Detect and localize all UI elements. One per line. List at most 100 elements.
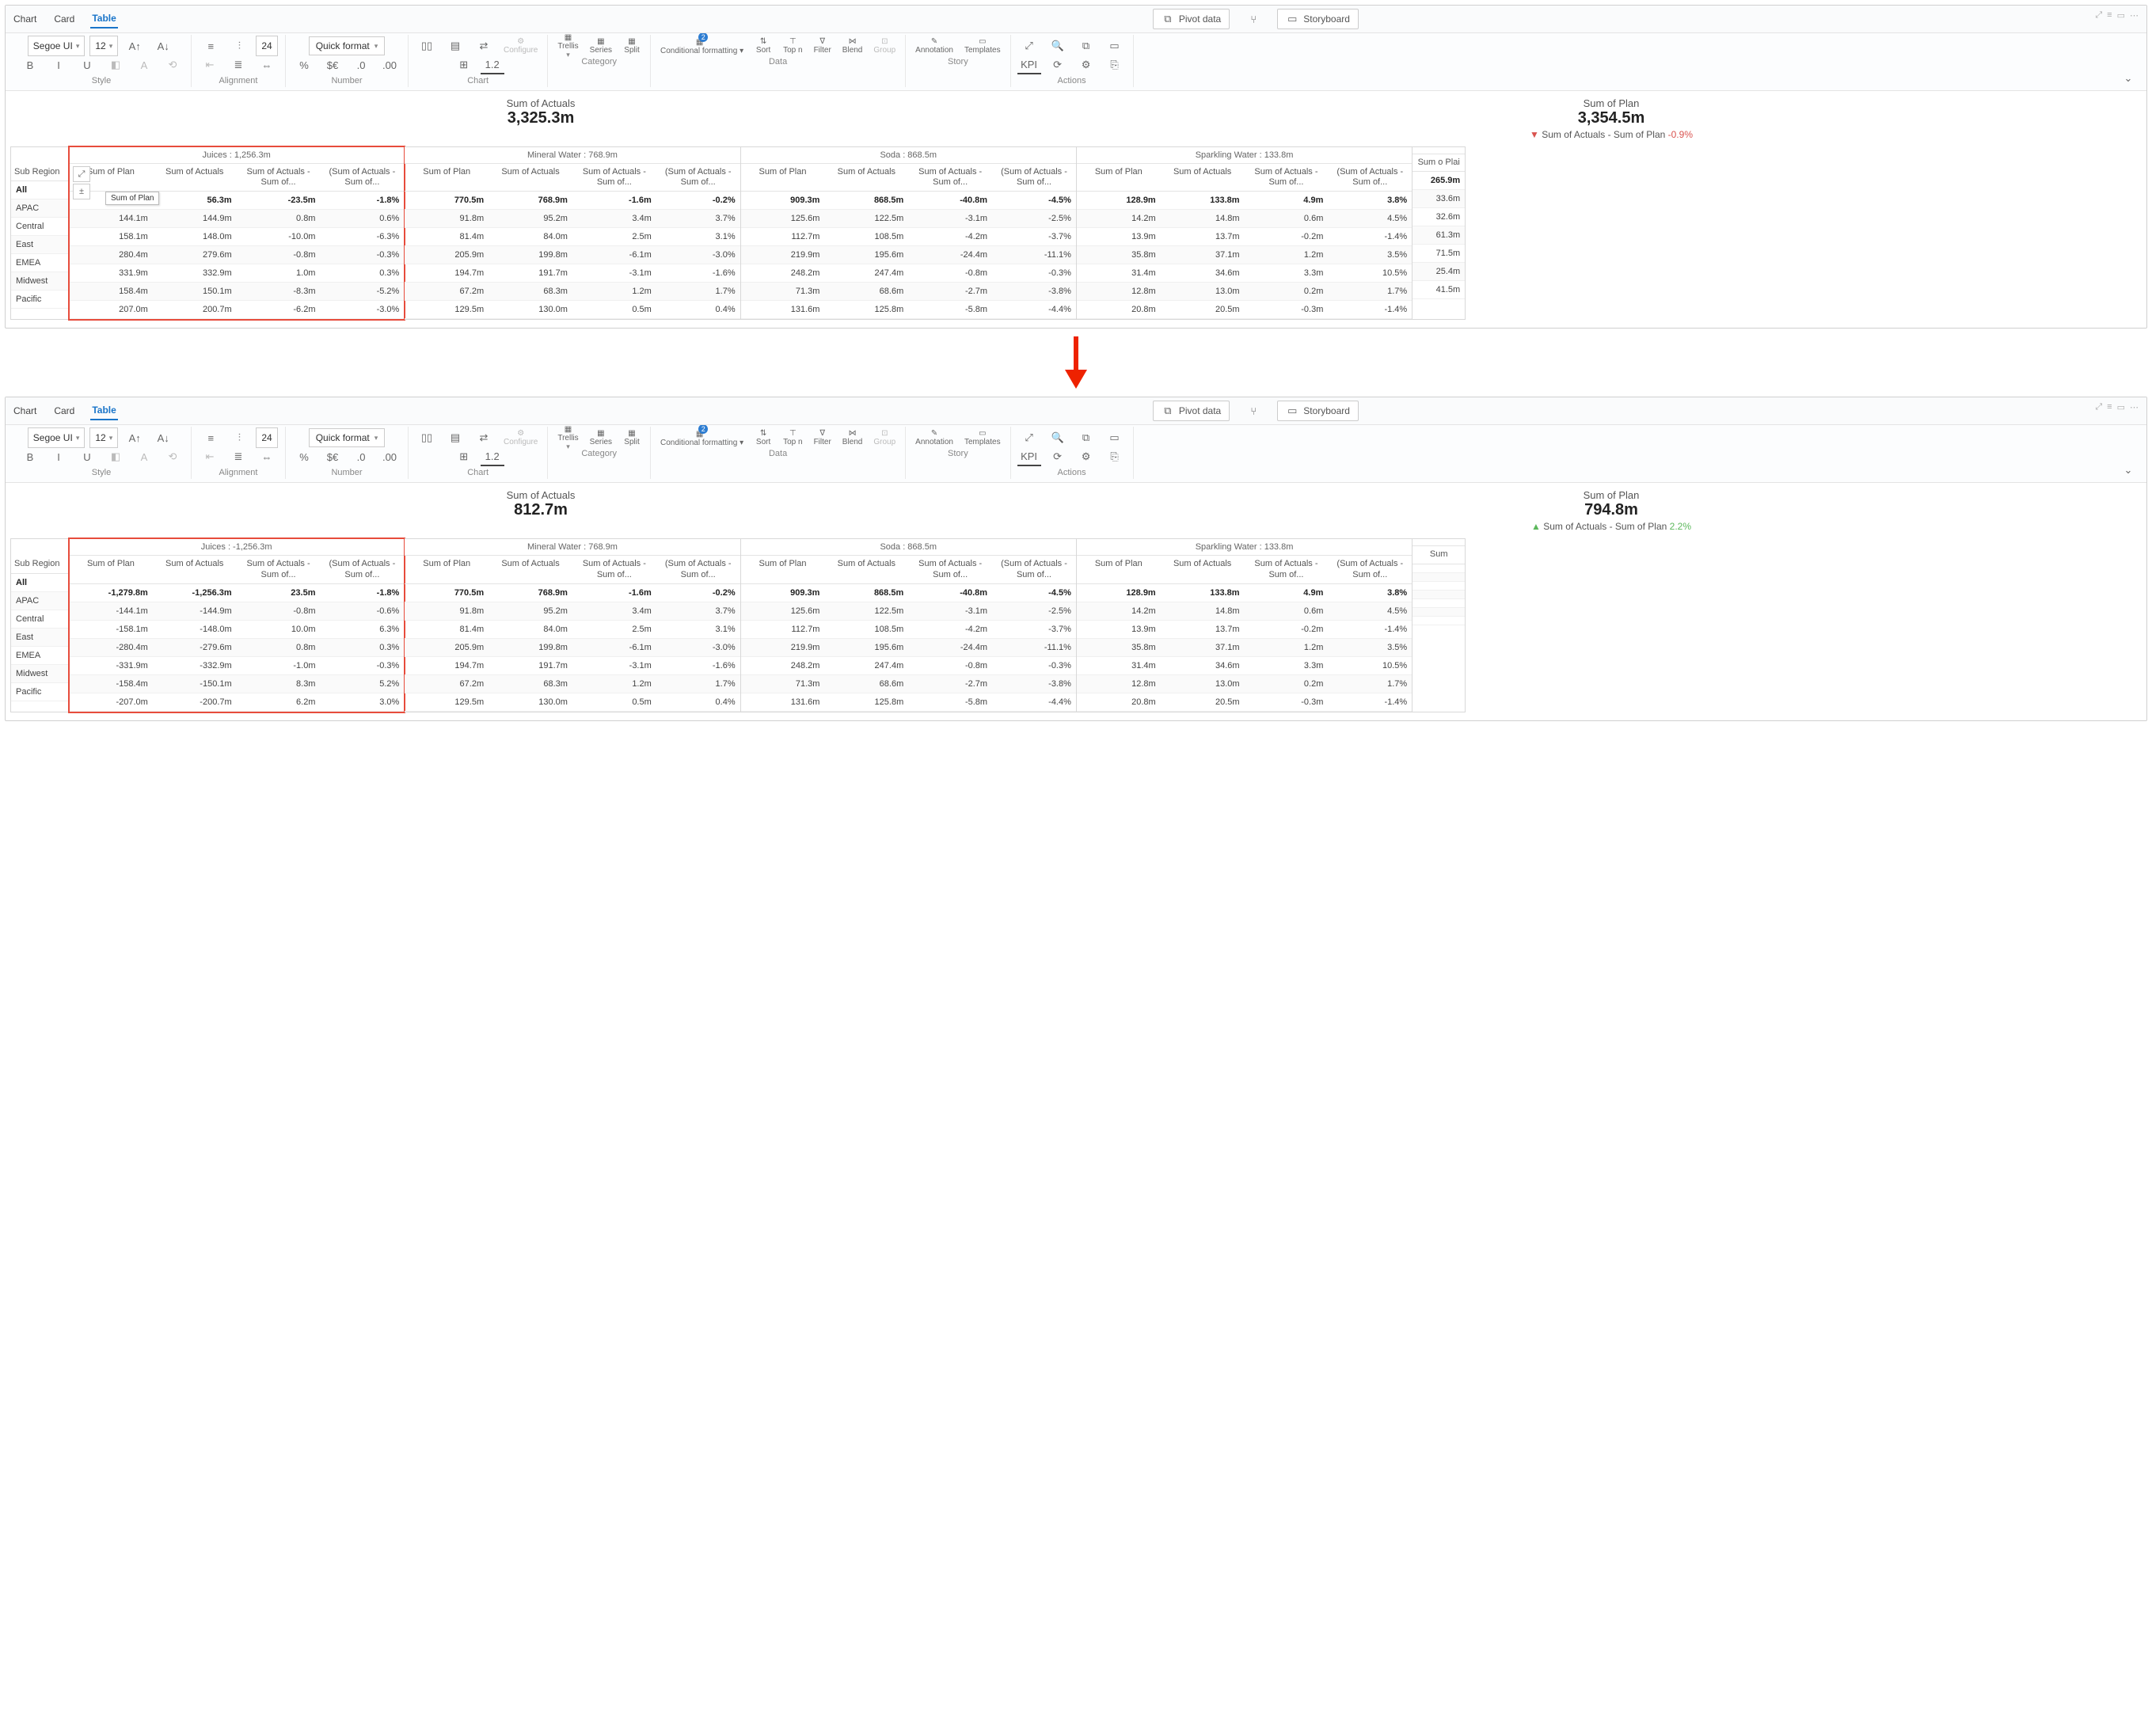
view-tab-table[interactable]: Table [90,9,117,28]
row-header-cell[interactable]: East [11,629,68,646]
column-header[interactable]: Sum of Actuals - Sum of... [1245,164,1329,191]
row-header-cell[interactable]: EMEA [11,647,68,664]
settings-icon[interactable]: ⚙ [1074,56,1098,74]
blend-button[interactable]: ⋈Blend [839,429,866,446]
column-header[interactable]: (Sum of Actuals - Sum of... [992,556,1076,583]
layout-icon[interactable]: ⊞ [452,56,476,74]
column-header[interactable]: Sum of Plan [69,556,153,583]
column-header[interactable]: Sum of Actuals - Sum of... [572,556,656,583]
action-icon-1[interactable]: 🔍 [1046,37,1070,55]
storyboard-button[interactable]: ▭Storyboard [1277,9,1359,29]
column-header[interactable]: Sum of Actuals - Sum of... [908,164,992,191]
clear-format-button[interactable]: ⟲ [161,448,184,465]
column-header[interactable]: Sum of Actuals [1161,556,1245,583]
panel-corner-icon-0[interactable]: ⤢ [2095,10,2102,21]
column-header[interactable]: Sum of Actuals - Sum of... [908,556,992,583]
pivot-data-button[interactable]: ⧉Pivot data [1153,9,1230,29]
category-header[interactable]: Soda : 868.5m [741,147,1076,164]
panel-corner-icon-0[interactable]: ⤢ [2095,402,2102,412]
panel-corner-icon-3[interactable]: ⋯ [2130,402,2139,412]
italic-button[interactable]: I [47,448,70,465]
row-header-cell[interactable]: Central [11,610,68,628]
row-height-input[interactable]: 24 [256,36,277,56]
filter-button[interactable]: ∇Filter [811,37,835,55]
conditional-formatting-button[interactable]: ▦2Conditional formatting ▾ [657,37,747,55]
series-button[interactable]: ▦Series [587,429,615,446]
plus-minus-icon[interactable]: ± [73,184,90,199]
font-family-select[interactable]: Segoe UI▾ [28,36,86,56]
italic-button[interactable]: I [47,56,70,74]
row-header-cell[interactable]: All [11,574,68,591]
column-header[interactable]: Sum of Actuals - Sum of... [572,164,656,191]
ribbon-collapse-icon[interactable]: ⌄ [2116,462,2140,479]
pivot-data-button[interactable]: ⧉Pivot data [1153,401,1230,421]
fill-color-button[interactable]: ◧ [104,56,127,74]
indent-left-icon[interactable]: ⇤ [198,56,222,74]
kpi-button[interactable]: KPI [1017,447,1041,466]
font-size-select[interactable]: 12▾ [89,427,118,448]
number-format-1[interactable]: $€ [321,56,344,74]
font-color-button[interactable]: A [132,448,156,465]
column-header[interactable]: Sum of Actuals - Sum of... [1245,556,1329,583]
column-header[interactable]: (Sum of Actuals - Sum of... [1328,164,1412,191]
panel-corner-icon-2[interactable]: ▭ [2117,402,2125,412]
row-height-input[interactable]: 24 [256,427,277,448]
filter-icon-button[interactable]: ⑂ [1239,401,1268,420]
panel-corner-icon-2[interactable]: ▭ [2117,10,2125,21]
category-header[interactable]: Sparkling Water : 133.8m [1077,539,1412,556]
split-button[interactable]: ▦Split [620,37,644,55]
quick-format-select[interactable]: Quick format▾ [309,428,386,447]
row-header-cell[interactable]: Pacific [11,291,68,308]
chart-stacked-icon[interactable]: ▤ [443,37,467,55]
category-header[interactable]: Soda : 868.5m [741,539,1076,556]
panel-corner-icon-1[interactable]: ≡ [2107,10,2112,21]
fit-width-icon[interactable]: ⇔ [255,56,279,74]
configure-button[interactable]: ⚙Configure [500,429,541,446]
view-tab-table[interactable]: Table [90,401,117,420]
chart-swap-icon[interactable]: ⇄ [472,429,496,446]
configure-button[interactable]: ⚙Configure [500,37,541,55]
view-tab-card[interactable]: Card [52,402,76,420]
expand-icon[interactable]: ⤢ [73,166,90,182]
font-color-button[interactable]: A [132,56,156,74]
group-button[interactable]: ⊡Group [870,429,899,446]
column-header[interactable]: (Sum of Actuals - Sum of... [1328,556,1412,583]
row-header-cell[interactable]: Pacific [11,683,68,701]
view-tab-chart[interactable]: Chart [12,10,38,28]
view-tab-card[interactable]: Card [52,10,76,28]
underline-button[interactable]: U [75,448,99,465]
increase-font-icon[interactable]: A↑ [123,429,146,446]
column-header[interactable]: (Sum of Actuals - Sum of... [992,164,1076,191]
underline-button[interactable]: U [75,56,99,74]
kpi-button[interactable]: KPI [1017,55,1041,74]
chart-swap-icon[interactable]: ⇄ [472,37,496,55]
decimal-preset[interactable]: 1.2 [481,55,504,74]
align-vertical-icon[interactable]: ⫶ [227,429,251,446]
column-header[interactable]: (Sum of Actuals - Sum of... [656,556,740,583]
column-header[interactable]: Sum of Actuals [153,164,237,191]
column-header[interactable]: Sum of Plan [741,556,825,583]
font-size-select[interactable]: 12▾ [89,36,118,56]
row-header-cell[interactable]: All [11,181,68,199]
storyboard-button[interactable]: ▭Storyboard [1277,401,1359,421]
category-header[interactable]: Juices : 1,256.3m [69,147,404,164]
category-header[interactable]: Juices : -1,256.3m [69,539,404,556]
align-button[interactable]: ≣ [226,56,250,74]
column-header[interactable]: Sum of Actuals [489,164,572,191]
number-format-1[interactable]: $€ [321,448,344,465]
row-header-cell[interactable]: APAC [11,592,68,610]
column-header[interactable]: Sum of Actuals - Sum of... [237,164,321,191]
row-header-cell[interactable]: Central [11,218,68,235]
action-icon-0[interactable]: ⤢ [1017,37,1041,55]
action-icon-3[interactable]: ▭ [1103,37,1127,55]
annotation-button[interactable]: ✎Annotation [912,37,956,55]
number-format-0[interactable]: % [292,56,316,74]
action-icon-3[interactable]: ▭ [1103,429,1127,446]
column-header[interactable]: Sum of Plan [1077,164,1161,191]
view-tab-chart[interactable]: Chart [12,402,38,420]
blend-button[interactable]: ⋈Blend [839,37,866,55]
category-header[interactable]: Mineral Water : 768.9m [405,539,740,556]
refresh-icon[interactable]: ⟳ [1046,448,1070,465]
column-header[interactable]: Sum of Plan [741,164,825,191]
category-header[interactable]: Sparkling Water : 133.8m [1077,147,1412,164]
